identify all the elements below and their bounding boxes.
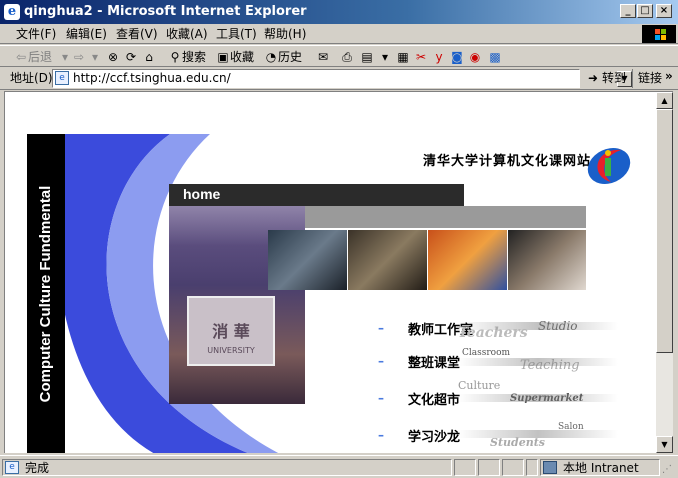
streak: [458, 358, 618, 366]
bullet-icon: –: [378, 391, 384, 405]
nav-item-salon[interactable]: – 学习沙龙 Students Salon: [378, 422, 618, 453]
toolbar: ⇦ 后退 ▾ ⇨ ▾ ⊗ ⟳ ⌂ ⚲ 搜索 ▣ 收藏 ◔ 历史 ✉ ⎙ ▤ ▾ …: [0, 45, 678, 67]
gate-text-2: UNIVERSITY: [207, 346, 255, 355]
site-logo: [585, 142, 633, 186]
photo-strip: [268, 230, 586, 290]
back-button[interactable]: 后退: [28, 49, 52, 65]
menu-view[interactable]: 查看(V): [116, 27, 158, 41]
nav-label: 文化超市: [408, 393, 461, 408]
gate-structure: 消 華 UNIVERSITY: [187, 296, 275, 366]
menu-edit[interactable]: 编辑(E): [66, 27, 107, 41]
plugin-icon[interactable]: ◉: [468, 50, 482, 64]
favorites-icon[interactable]: ▣: [216, 50, 230, 64]
ie-icon: e: [4, 4, 20, 20]
logo-icon: [587, 148, 631, 184]
status-pane-main: e 完成: [2, 459, 452, 476]
scroll-down-icon[interactable]: ▼: [656, 436, 673, 453]
vertical-title-strip: Computer Culture Fundmental: [27, 134, 65, 453]
research-icon[interactable]: ▩: [488, 50, 502, 64]
menu-bar: 文件(F) 编辑(E) 查看(V) 收藏(A) 工具(T) 帮助(H): [0, 24, 678, 44]
menu-file[interactable]: 文件(F): [16, 27, 56, 41]
history-icon[interactable]: ◔: [264, 50, 278, 64]
yahoo-icon[interactable]: y: [432, 50, 446, 64]
go-button[interactable]: 转到: [602, 71, 626, 86]
home-tab[interactable]: home: [183, 186, 220, 202]
forward-dropdown-icon[interactable]: ▾: [88, 50, 102, 64]
bullet-icon: –: [378, 354, 384, 368]
divider: [632, 69, 633, 88]
scroll-up-icon[interactable]: ▲: [656, 92, 673, 109]
maximize-button[interactable]: □: [637, 4, 653, 18]
chevron-right-icon[interactable]: »: [665, 69, 673, 84]
close-button[interactable]: ×: [656, 4, 672, 18]
forward-icon[interactable]: ⇨: [72, 50, 86, 64]
search-button[interactable]: 搜索: [182, 49, 206, 65]
address-url[interactable]: http://ccf.tsinghua.edu.cn/: [73, 71, 231, 86]
address-input[interactable]: e http://ccf.tsinghua.edu.cn/ ▼: [52, 69, 632, 88]
page-content: Computer Culture Fundmental 清华大学计算机文化课网站…: [4, 91, 656, 453]
status-bar: e 完成 本地 Intranet ⋰: [0, 455, 678, 478]
nav-deco-1: Culture: [458, 379, 501, 392]
status-pane: [478, 459, 500, 476]
search-icon[interactable]: ⚲: [168, 50, 182, 64]
streak: [458, 430, 618, 438]
print-icon[interactable]: ⎙: [340, 50, 354, 64]
back-arrow-icon[interactable]: ⇦: [14, 50, 28, 64]
windows-logo-icon: [642, 25, 676, 43]
title-bar: e qinghua2 - Microsoft Internet Explorer…: [0, 0, 678, 24]
bullet-icon: –: [378, 428, 384, 442]
mail-icon[interactable]: ✉: [316, 50, 330, 64]
links-button[interactable]: 链接: [638, 71, 662, 86]
window-title: qinghua2 - Microsoft Internet Explorer: [24, 4, 307, 19]
messenger-icon[interactable]: ◙: [450, 50, 464, 64]
streak: [458, 322, 618, 330]
nav-label: 整班课堂: [408, 356, 461, 371]
photo-computer-user: [268, 230, 347, 290]
site-title: 清华大学计算机文化课网站: [423, 154, 592, 169]
refresh-icon[interactable]: ⟳: [124, 50, 138, 64]
stop-icon[interactable]: ⊗: [106, 50, 120, 64]
menu-tools[interactable]: 工具(T): [216, 27, 257, 41]
status-pane: [502, 459, 524, 476]
minimize-button[interactable]: _: [620, 4, 636, 18]
home-bar: home: [169, 184, 464, 206]
address-bar: 地址(D) e http://ccf.tsinghua.edu.cn/ ▼ ➜ …: [0, 68, 678, 90]
nav-label: 学习沙龙: [408, 430, 461, 445]
status-zone-pane: 本地 Intranet: [540, 459, 660, 476]
zone-text: 本地 Intranet: [563, 461, 639, 475]
tool-icon[interactable]: ✂: [414, 50, 428, 64]
nav-item-culture[interactable]: – 文化超市 Culture Supermarket: [378, 379, 618, 417]
edit-icon[interactable]: ▤: [360, 50, 374, 64]
page-done-icon: e: [5, 461, 19, 474]
photo-computer-lab: [348, 230, 427, 290]
discuss-icon[interactable]: ▦: [396, 50, 410, 64]
back-dropdown-icon[interactable]: ▾: [58, 50, 72, 64]
menu-favorites[interactable]: 收藏(A): [166, 27, 208, 41]
status-pane: [526, 459, 538, 476]
gate-text-1: 消 華: [212, 322, 250, 341]
go-arrow-icon[interactable]: ➜: [588, 71, 598, 86]
scroll-thumb[interactable]: [656, 109, 673, 353]
favorites-button[interactable]: 收藏: [230, 49, 254, 65]
grey-bar: [305, 206, 586, 228]
home-icon[interactable]: ⌂: [142, 50, 156, 64]
intranet-icon: [543, 461, 557, 474]
status-pane: [454, 459, 476, 476]
nav-deco-1: Classroom: [462, 348, 511, 358]
vertical-scrollbar[interactable]: ▲ ▼: [656, 91, 673, 453]
edit-dropdown-icon[interactable]: ▾: [378, 50, 392, 64]
photo-figures: [428, 230, 507, 290]
menu-help[interactable]: 帮助(H): [264, 27, 306, 41]
streak: [458, 394, 618, 402]
photo-students: [508, 230, 586, 290]
vertical-title: Computer Culture Fundmental: [37, 185, 54, 403]
status-text: 完成: [25, 461, 50, 475]
history-button[interactable]: 历史: [278, 49, 302, 65]
address-label: 地址(D): [10, 71, 53, 85]
page-icon: e: [55, 71, 69, 85]
resize-grip-icon[interactable]: ⋰: [662, 464, 674, 476]
bullet-icon: –: [378, 321, 384, 335]
